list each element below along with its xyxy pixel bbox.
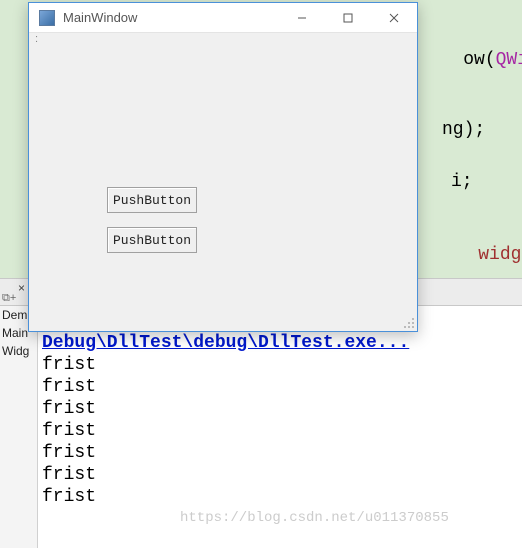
console-line: frist bbox=[42, 464, 516, 486]
toolbar-icon[interactable]: ⧉+ bbox=[2, 292, 16, 305]
code-line: widget; bbox=[435, 225, 522, 285]
tab-close-icon[interactable]: × bbox=[18, 281, 25, 295]
push-button-1[interactable]: PushButton bbox=[107, 187, 197, 213]
resize-grip-icon[interactable] bbox=[401, 315, 415, 329]
code-line: ng); bbox=[442, 120, 485, 140]
console-line: frist bbox=[42, 420, 516, 442]
close-button[interactable] bbox=[371, 3, 417, 33]
maximize-button[interactable] bbox=[325, 3, 371, 33]
console-line: frist bbox=[42, 398, 516, 420]
main-window: MainWindow : PushButton PushButton bbox=[28, 2, 418, 332]
push-button-2[interactable]: PushButton bbox=[107, 227, 197, 253]
console-line: frist bbox=[42, 442, 516, 464]
app-icon bbox=[39, 10, 55, 26]
window-client-area: PushButton PushButton bbox=[29, 47, 417, 331]
console-line: frist bbox=[42, 486, 516, 508]
sidebar-item[interactable]: Widg bbox=[0, 342, 37, 360]
code-line: ow(QWid bbox=[420, 30, 522, 90]
code-line: i; bbox=[451, 172, 473, 192]
menubar: : bbox=[29, 33, 417, 47]
console-line: frist bbox=[42, 376, 516, 398]
sidebar: Dem Main Widg bbox=[0, 306, 38, 548]
console-line: frist bbox=[42, 354, 516, 376]
titlebar[interactable]: MainWindow bbox=[29, 3, 417, 33]
watermark: https://blog.csdn.net/u011370855 bbox=[180, 510, 449, 526]
window-title: MainWindow bbox=[63, 10, 279, 25]
minimize-button[interactable] bbox=[279, 3, 325, 33]
